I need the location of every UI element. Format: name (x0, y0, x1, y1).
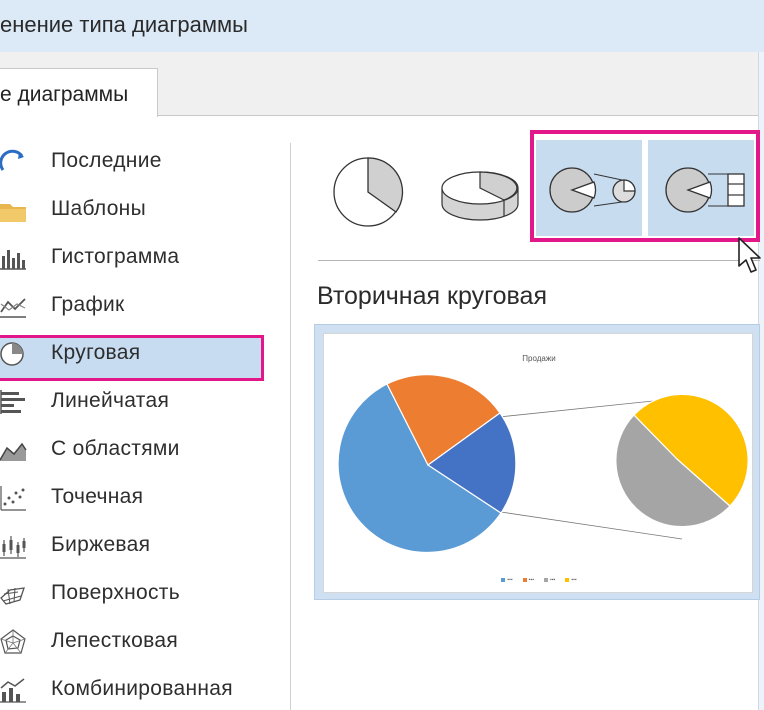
sidebar-item-label: Линейчатая (51, 389, 170, 412)
sidebar-item-recent[interactable]: Последние (0, 140, 280, 184)
sidebar-item-area[interactable]: С областями (0, 428, 280, 472)
subtype-name: Вторичная круговая (317, 282, 547, 310)
sidebar-item-label: Точечная (51, 485, 144, 508)
area-chart-icon (0, 442, 27, 461)
surface-chart-icon (0, 587, 25, 605)
sidebar-item-stock[interactable]: Биржевая (0, 524, 280, 568)
sidebar-item-label: Биржевая (51, 533, 151, 556)
sidebar-item-label: Круговая (51, 341, 141, 364)
preview-legend: ▪▪▪ ▪▪▪ ▪▪▪ ▪▪▪ (324, 577, 754, 583)
subtype-pie-3d[interactable] (430, 140, 536, 236)
window-title-bar: енение типа диаграммы (0, 0, 764, 52)
legend-swatch (544, 578, 548, 582)
sidebar-item-surface[interactable]: Поверхность (0, 572, 280, 616)
sidebar-item-label: График (51, 293, 125, 316)
pie-icon (333, 157, 404, 227)
legend-item: ▪▪▪ (522, 577, 534, 583)
column-chart-icon (0, 250, 26, 270)
scatter-chart-icon (0, 486, 26, 511)
legend-item: ▪▪▪ (501, 577, 513, 583)
pie-of-pie-preview (337, 374, 749, 554)
window-title: енение типа диаграммы (0, 12, 248, 37)
chart-type-list: Последние Шаблоны Гистограмма График Кру… (0, 140, 280, 710)
tab-strip: е диаграммы (0, 52, 764, 117)
recent-icon (0, 149, 24, 171)
legend-item: ▪▪▪ (544, 577, 555, 583)
sidebar-item-column[interactable]: Гистограмма (0, 236, 280, 280)
legend-item: ▪▪▪ (565, 577, 577, 583)
chart-preview-canvas: Продажи ▪▪▪ ▪▪▪ ▪▪▪ ▪▪▪ (323, 333, 753, 593)
legend-swatch (501, 578, 506, 582)
sidebar-item-radar[interactable]: Лепестковая (0, 620, 280, 664)
sidebar-item-label: Комбинированная (51, 677, 233, 700)
chart-preview[interactable]: Продажи ▪▪▪ ▪▪▪ ▪▪▪ ▪▪▪ (314, 324, 760, 600)
pie-3d-icon (441, 171, 519, 221)
bar-chart-icon (0, 390, 25, 414)
folder-icon (0, 204, 26, 222)
mouse-cursor-icon (738, 237, 761, 273)
panel-divider (290, 143, 291, 710)
section-divider (318, 260, 760, 261)
sidebar-item-label: Лепестковая (51, 629, 179, 652)
sidebar-item-label: Поверхность (51, 581, 180, 604)
stock-chart-icon (0, 536, 26, 559)
sidebar-item-line[interactable]: График (0, 284, 280, 328)
legend-swatch (565, 578, 570, 582)
line-chart-icon (0, 298, 26, 318)
subtype-pie[interactable] (318, 140, 424, 236)
subtype-highlight-frame (530, 130, 760, 242)
sidebar-item-pie[interactable]: Круговая (0, 332, 280, 381)
sidebar-item-label: Последние (51, 149, 162, 172)
sidebar-item-label: С областями (51, 437, 180, 460)
sidebar-item-templates[interactable]: Шаблоны (0, 188, 280, 232)
sidebar-item-bar[interactable]: Линейчатая (0, 380, 280, 424)
sidebar-item-label: Шаблоны (51, 197, 146, 220)
sidebar-item-label: Гистограмма (51, 245, 180, 268)
legend-swatch (522, 578, 527, 582)
pie-chart-icon (0, 342, 24, 366)
sidebar-item-combo[interactable]: Комбинированная (0, 668, 280, 710)
sidebar-item-scatter[interactable]: Точечная (0, 476, 280, 520)
tab-all-charts[interactable]: е диаграммы (0, 68, 158, 117)
radar-chart-icon (0, 629, 26, 654)
combo-chart-icon (0, 678, 26, 703)
